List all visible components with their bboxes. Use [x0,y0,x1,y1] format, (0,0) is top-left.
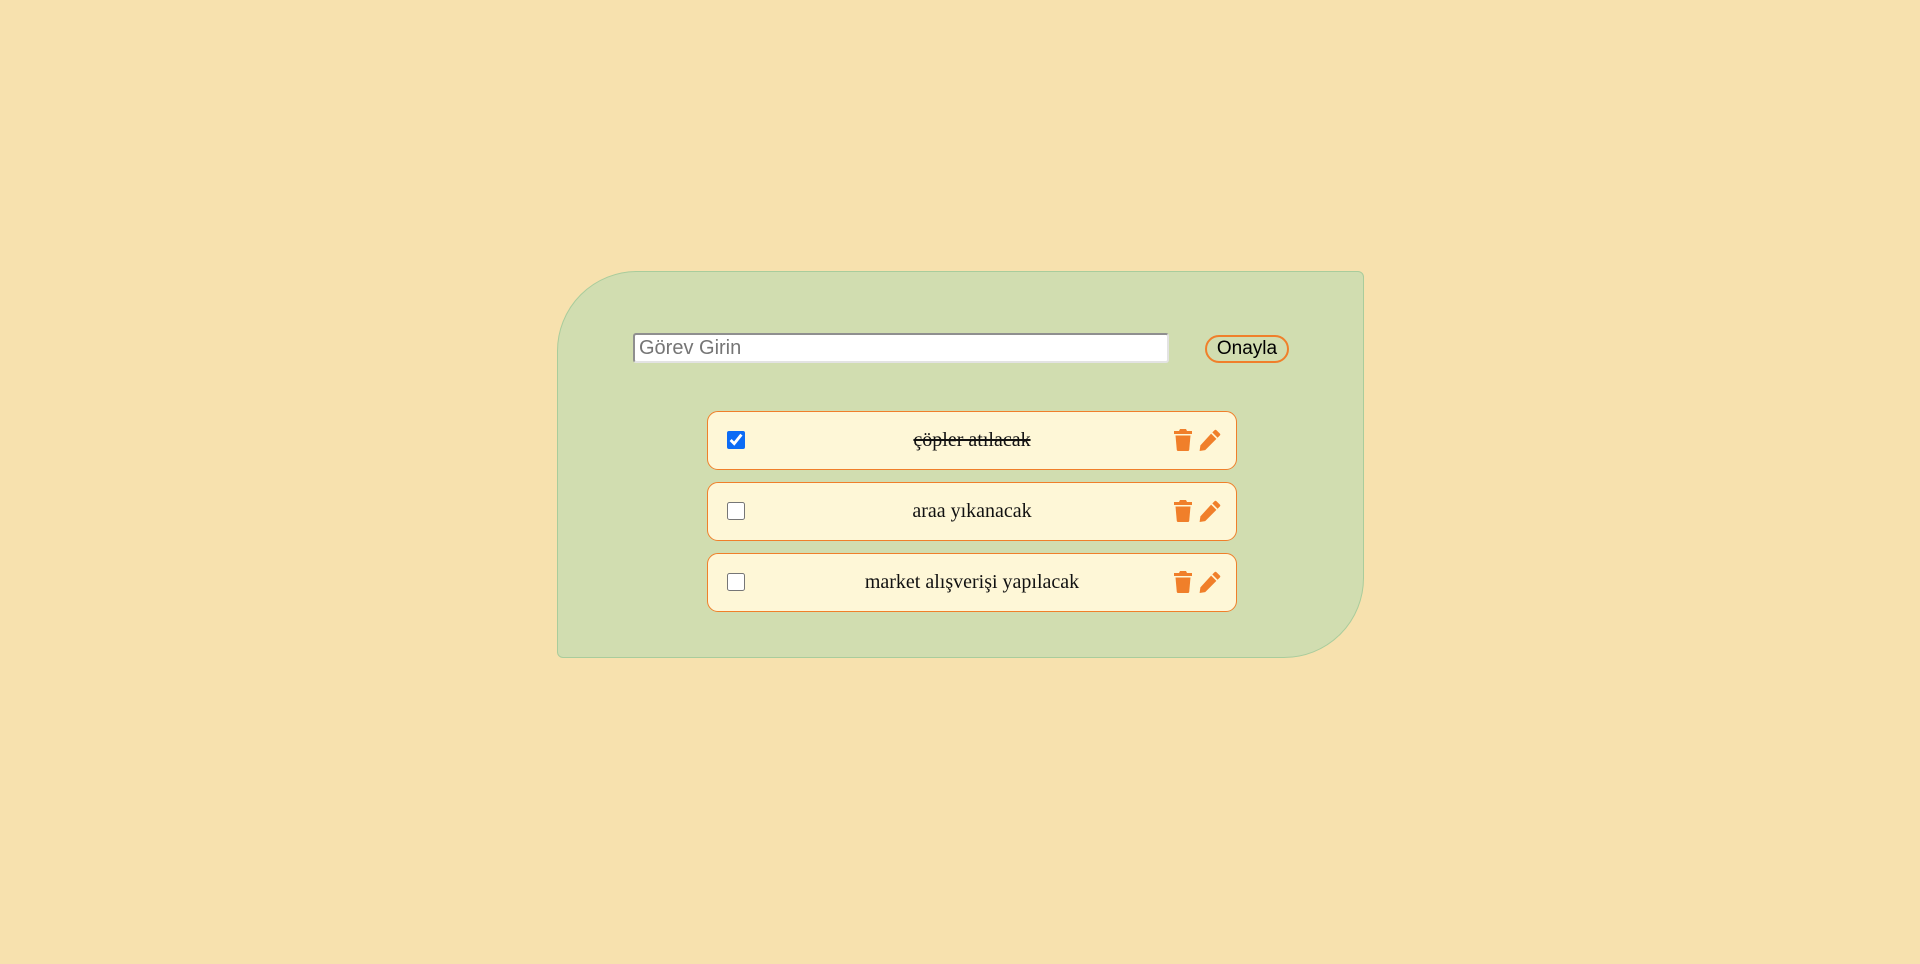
task-text: market alışverişi yapılacak [864,571,1080,593]
task-checkbox[interactable] [727,431,745,449]
pencil-icon[interactable] [1198,498,1222,524]
task-text: araa yıkanacak [912,500,1032,522]
task-item: çöpler atılacak [707,411,1237,470]
confirm-button[interactable]: Onayla [1205,335,1289,363]
task-checkbox[interactable] [727,502,745,520]
trash-icon[interactable] [1171,427,1195,453]
trash-icon[interactable] [1171,569,1195,595]
task-list: çöpler atılacak araa yıkanacak market al… [707,411,1237,624]
task-checkbox[interactable] [727,573,745,591]
task-text: çöpler atılacak [913,429,1031,451]
trash-icon[interactable] [1171,498,1195,524]
task-item: araa yıkanacak [707,482,1237,541]
pencil-icon[interactable] [1198,569,1222,595]
task-input[interactable] [633,333,1169,363]
task-item: market alışverişi yapılacak [707,553,1237,612]
pencil-icon[interactable] [1198,427,1222,453]
todo-card: Onayla çöpler atılacak araa yıkanacak [557,271,1364,658]
